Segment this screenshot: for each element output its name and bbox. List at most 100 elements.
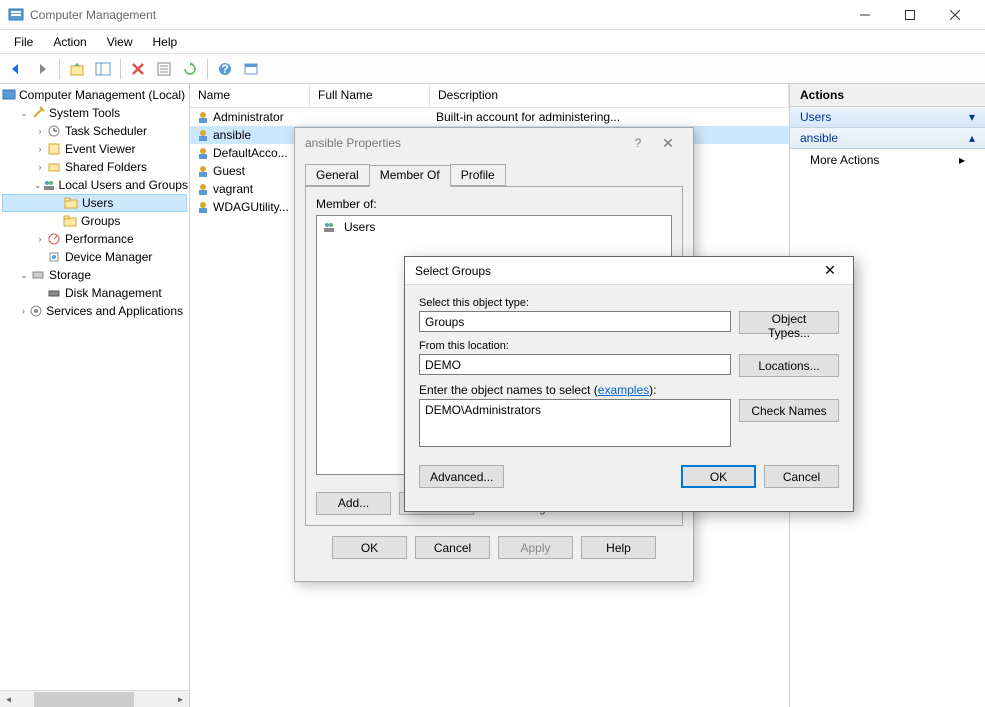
actions-section-users[interactable]: Users ▾ xyxy=(790,107,985,128)
menubar: File Action View Help xyxy=(0,30,985,54)
titlebar: Computer Management xyxy=(0,0,985,30)
select-cancel-button[interactable]: Cancel xyxy=(764,465,839,488)
user-name: vagrant xyxy=(213,182,253,196)
folder-icon xyxy=(63,195,79,211)
actions-header: Actions xyxy=(790,84,985,107)
user-icon xyxy=(196,164,210,178)
object-type-label: Select this object type: xyxy=(419,297,839,309)
menu-view[interactable]: View xyxy=(97,32,143,52)
tab-member-of[interactable]: Member Of xyxy=(369,165,451,187)
tree-users[interactable]: Users xyxy=(2,194,187,212)
tree-system-tools[interactable]: ⌄ System Tools xyxy=(2,104,187,122)
collapse-icon[interactable]: ⌄ xyxy=(18,270,30,281)
folder-icon xyxy=(62,213,78,229)
user-icon xyxy=(196,110,210,124)
properties-button[interactable] xyxy=(152,57,176,81)
user-description: Built-in account for administering... xyxy=(430,110,789,124)
tree-performance[interactable]: › Performance xyxy=(2,230,187,248)
tab-profile[interactable]: Profile xyxy=(450,164,506,186)
collapse-icon[interactable]: ⌄ xyxy=(18,108,30,119)
user-name: Guest xyxy=(213,164,245,178)
locations-button[interactable]: Locations... xyxy=(739,354,839,377)
expand-icon[interactable]: › xyxy=(34,144,46,154)
select-close-button[interactable]: ✕ xyxy=(817,262,843,279)
tree-task-scheduler[interactable]: › Task Scheduler xyxy=(2,122,187,140)
tree-local-users-groups[interactable]: ⌄ Local Users and Groups xyxy=(2,176,187,194)
app-icon xyxy=(8,7,24,23)
tree-disk-management[interactable]: Disk Management xyxy=(2,284,187,302)
advanced-button[interactable]: Advanced... xyxy=(419,465,504,488)
props-ok-button[interactable]: OK xyxy=(332,536,407,559)
props-help-button[interactable]: Help xyxy=(581,536,656,559)
close-button[interactable] xyxy=(932,1,977,29)
object-names-input[interactable]: DEMO\Administrators xyxy=(419,399,731,447)
object-types-button[interactable]: Object Types... xyxy=(739,311,839,334)
performance-icon xyxy=(46,231,62,247)
more-actions[interactable]: More Actions ▸ xyxy=(790,149,985,171)
tools-icon xyxy=(30,105,46,121)
props-help-button[interactable]: ? xyxy=(623,136,653,150)
tree-shared-folders[interactable]: › Shared Folders xyxy=(2,158,187,176)
menu-help[interactable]: Help xyxy=(143,32,188,52)
examples-link[interactable]: examples xyxy=(598,383,649,397)
folder-share-icon xyxy=(46,159,62,175)
user-icon xyxy=(196,146,210,160)
tab-general[interactable]: General xyxy=(305,164,370,186)
col-fullname[interactable]: Full Name xyxy=(310,84,430,107)
select-groups-dialog: Select Groups ✕ Select this object type:… xyxy=(404,256,854,512)
forward-button[interactable] xyxy=(30,57,54,81)
export-button[interactable] xyxy=(239,57,263,81)
users-icon xyxy=(42,177,56,193)
actions-section-ansible[interactable]: ansible ▴ xyxy=(790,128,985,149)
user-row[interactable]: AdministratorBuilt-in account for admini… xyxy=(190,108,789,126)
menu-file[interactable]: File xyxy=(4,32,43,52)
tree-storage[interactable]: ⌄ Storage xyxy=(2,266,187,284)
col-description[interactable]: Description xyxy=(430,84,789,107)
tree-groups[interactable]: Groups xyxy=(2,212,187,230)
group-icon xyxy=(321,219,337,235)
object-type-input[interactable] xyxy=(419,311,731,332)
member-of-label: Member of: xyxy=(316,197,672,211)
chevron-down-icon: ▾ xyxy=(969,110,975,124)
expand-icon[interactable]: › xyxy=(34,234,46,244)
check-names-button[interactable]: Check Names xyxy=(739,399,839,422)
names-label: Enter the object names to select (exampl… xyxy=(419,383,839,397)
expand-icon[interactable]: › xyxy=(18,306,29,316)
chevron-up-icon: ▴ xyxy=(969,131,975,145)
up-button[interactable] xyxy=(65,57,89,81)
event-icon xyxy=(46,141,62,157)
tree-device-manager[interactable]: Device Manager xyxy=(2,248,187,266)
expand-icon[interactable]: › xyxy=(34,126,46,136)
add-button[interactable]: Add... xyxy=(316,492,391,515)
window-title: Computer Management xyxy=(30,8,842,22)
select-ok-button[interactable]: OK xyxy=(681,465,756,488)
refresh-button[interactable] xyxy=(178,57,202,81)
maximize-button[interactable] xyxy=(887,1,932,29)
help-button[interactable]: ? xyxy=(213,57,237,81)
tree-services-apps[interactable]: › Services and Applications xyxy=(2,302,187,320)
minimize-button[interactable] xyxy=(842,1,887,29)
col-name[interactable]: Name xyxy=(190,84,310,107)
expand-icon[interactable]: › xyxy=(34,162,46,172)
show-hide-tree-button[interactable] xyxy=(91,57,115,81)
svg-text:?: ? xyxy=(221,62,228,76)
props-close-button[interactable]: ✕ xyxy=(653,135,683,152)
clock-icon xyxy=(46,123,62,139)
services-icon xyxy=(29,303,43,319)
device-icon xyxy=(46,249,62,265)
back-button[interactable] xyxy=(4,57,28,81)
user-name: WDAGUtility... xyxy=(213,200,289,214)
menu-action[interactable]: Action xyxy=(43,32,96,52)
tree-scrollbar[interactable]: ◄ ► xyxy=(0,690,189,707)
storage-icon xyxy=(30,267,46,283)
tree-event-viewer[interactable]: › Event Viewer xyxy=(2,140,187,158)
collapse-icon[interactable]: ⌄ xyxy=(34,180,42,191)
props-cancel-button[interactable]: Cancel xyxy=(415,536,490,559)
delete-button[interactable] xyxy=(126,57,150,81)
chevron-right-icon: ▸ xyxy=(959,153,965,167)
props-apply-button[interactable]: Apply xyxy=(498,536,573,559)
tree-root[interactable]: Computer Management (Local) xyxy=(2,86,187,104)
member-item-users[interactable]: Users xyxy=(319,218,669,236)
location-input[interactable] xyxy=(419,354,731,375)
toolbar: ? xyxy=(0,54,985,84)
